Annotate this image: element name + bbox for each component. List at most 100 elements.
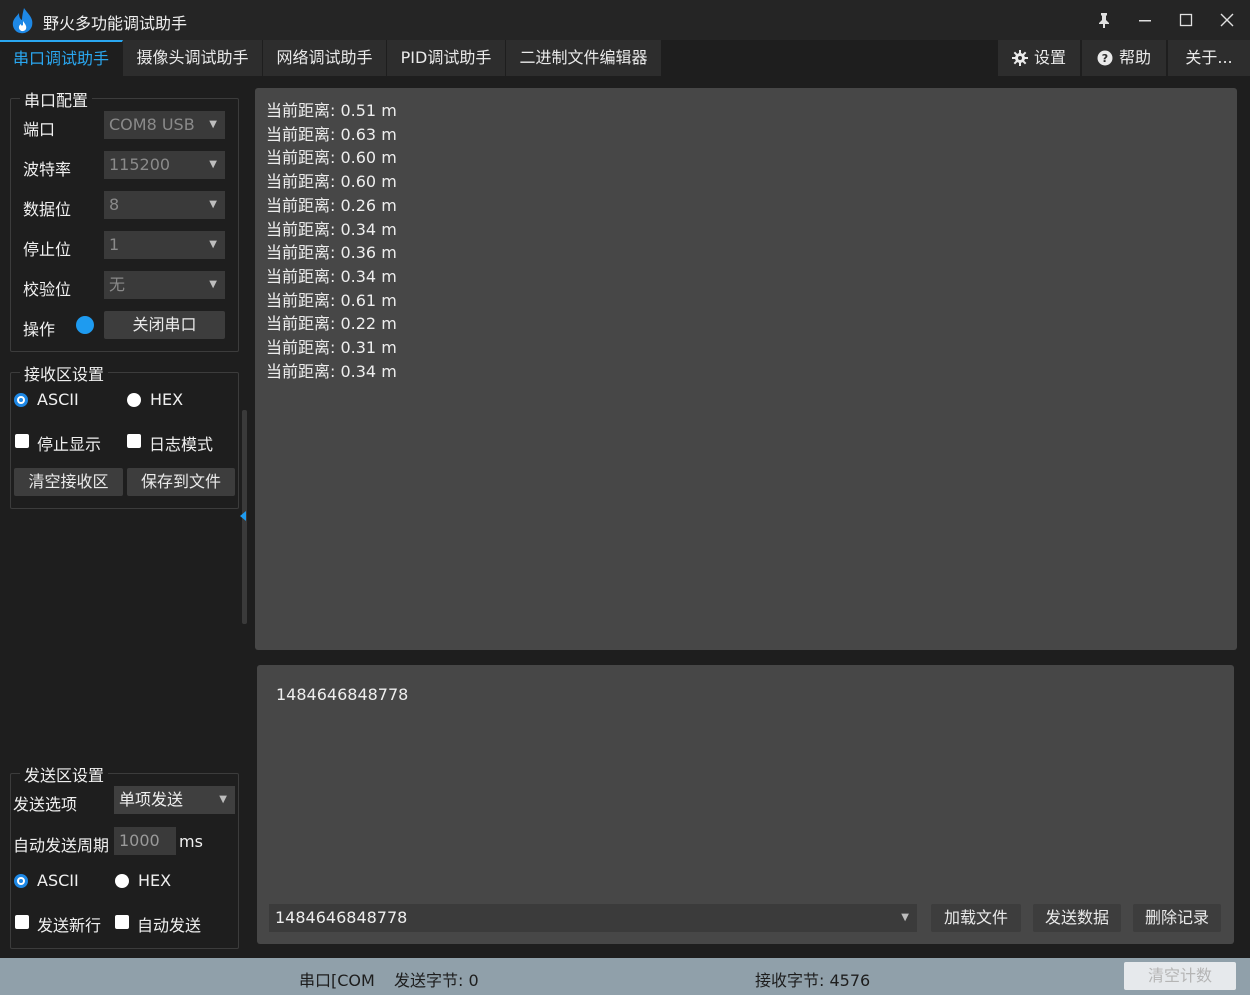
rx-line: 当前距离: 0.63 m (266, 124, 397, 144)
send-data-button[interactable]: 发送数据 (1033, 904, 1121, 932)
databits-select[interactable]: 8 ▼ (104, 191, 225, 219)
about-button[interactable]: 关于... (1167, 40, 1250, 76)
title-bar: 野火多功能调试助手 (0, 0, 1250, 40)
settings-label: 设置 (1033, 48, 1066, 67)
databits-label: 数据位 (23, 200, 72, 219)
stopbits-label: 停止位 (23, 240, 72, 259)
log-mode-label: 日志模式 (149, 435, 214, 454)
chevron-down-icon: ▼ (209, 199, 217, 210)
help-icon: ? (1097, 50, 1113, 66)
serial-config-title: 串口配置 (20, 87, 93, 111)
port-select[interactable]: COM8 USB ▼ (104, 111, 225, 139)
stopbits-value: 1 (109, 235, 120, 254)
rx-hex-label: HEX (150, 390, 184, 409)
auto-send-checkbox[interactable] (115, 915, 129, 929)
auto-send-period-input[interactable]: 1000 (114, 827, 176, 855)
port-status-led (76, 316, 94, 334)
send-option-label: 发送选项 (13, 795, 78, 814)
send-newline-label: 发送新行 (37, 916, 102, 935)
baud-select[interactable]: 115200 ▼ (104, 151, 225, 179)
tx-settings-title: 发送区设置 (20, 762, 109, 786)
chevron-down-icon: ▼ (901, 912, 909, 923)
parity-label: 校验位 (23, 280, 72, 299)
auto-send-period-label: 自动发送周期 (13, 836, 110, 855)
auto-send-period-value: 1000 (119, 831, 160, 850)
send-text-editor[interactable]: 1484646848778 (276, 685, 408, 704)
close-port-button[interactable]: 关闭串口 (104, 311, 225, 339)
rx-line: 当前距离: 0.31 m (266, 338, 397, 358)
operation-label: 操作 (23, 320, 56, 339)
stopbits-select[interactable]: 1 ▼ (104, 231, 225, 259)
chevron-down-icon: ▼ (209, 119, 217, 130)
period-unit: ms (179, 832, 203, 851)
parity-value: 无 (109, 275, 126, 294)
tab-pid[interactable]: PID调试助手 (387, 40, 506, 76)
svg-text:?: ? (1102, 52, 1108, 65)
databits-value: 8 (109, 195, 120, 214)
tx-hex-radio[interactable] (115, 874, 129, 888)
send-option-value: 单项发送 (119, 790, 184, 809)
delete-history-button[interactable]: 删除记录 (1133, 904, 1221, 932)
flame-logo-icon (12, 8, 33, 34)
tab-bar: 串口调试助手 摄像头调试助手 网络调试助手 PID调试助手 二进制文件编辑器 设… (0, 40, 1250, 76)
tab-network[interactable]: 网络调试助手 (263, 40, 387, 76)
rx-line: 当前距离: 0.61 m (266, 290, 397, 310)
rx-ascii-label: ASCII (37, 390, 79, 409)
clear-rx-button[interactable]: 清空接收区 (14, 468, 123, 496)
stop-display-checkbox[interactable] (15, 434, 29, 448)
window-title: 野火多功能调试助手 (43, 14, 188, 33)
settings-button[interactable]: 设置 (997, 40, 1080, 76)
send-option-select[interactable]: 单项发送 ▼ (114, 786, 235, 814)
port-label: 端口 (23, 120, 56, 139)
rx-settings-title: 接收区设置 (20, 361, 109, 385)
help-label: 帮助 (1118, 48, 1151, 67)
rx-line: 当前距离: 0.26 m (266, 195, 397, 215)
receive-area[interactable]: 当前距离: 0.51 m 当前距离: 0.63 m 当前距离: 0.60 m 当… (255, 88, 1237, 650)
rx-line: 当前距离: 0.34 m (266, 361, 397, 381)
rx-hex-radio[interactable] (127, 393, 141, 407)
tx-hex-label: HEX (138, 871, 172, 890)
stop-display-label: 停止显示 (37, 435, 102, 454)
rx-line: 当前距离: 0.34 m (266, 219, 397, 239)
tab-binary-editor[interactable]: 二进制文件编辑器 (506, 40, 662, 76)
status-sent-bytes: 发送字节: 0 (394, 971, 479, 990)
tab-serial[interactable]: 串口调试助手 (0, 40, 123, 76)
chevron-down-icon: ▼ (209, 239, 217, 250)
port-value: COM8 USB (109, 115, 195, 134)
collapse-arrow-icon[interactable] (240, 511, 246, 521)
rx-line: 当前距离: 0.22 m (266, 314, 397, 334)
rx-line: 当前距离: 0.36 m (266, 243, 397, 263)
status-bar: 串口[COM 发送字节: 0 接收字节: 4576 清空计数 (0, 958, 1250, 995)
status-received-bytes: 接收字节: 4576 (755, 971, 871, 990)
send-history-value: 1484646848778 (275, 908, 408, 927)
load-file-button[interactable]: 加载文件 (931, 904, 1021, 932)
auto-send-label: 自动发送 (137, 916, 202, 935)
send-history-select[interactable]: 1484646848778 ▼ (269, 904, 917, 932)
gear-icon (1011, 50, 1028, 66)
save-to-file-button[interactable]: 保存到文件 (127, 468, 235, 496)
baud-label: 波特率 (23, 160, 72, 179)
minimize-icon[interactable] (1130, 6, 1160, 34)
tab-camera[interactable]: 摄像头调试助手 (123, 40, 263, 76)
status-port: 串口[COM (299, 971, 375, 990)
chevron-down-icon: ▼ (209, 279, 217, 290)
tx-ascii-label: ASCII (37, 871, 79, 890)
clear-count-button[interactable]: 清空计数 (1124, 962, 1236, 990)
send-area: 1484646848778 1484646848778 ▼ 加载文件 发送数据 … (257, 665, 1234, 944)
pin-icon[interactable] (1089, 6, 1119, 34)
rx-line: 当前距离: 0.60 m (266, 148, 397, 168)
chevron-down-icon: ▼ (209, 159, 217, 170)
chevron-down-icon: ▼ (219, 794, 227, 805)
maximize-icon[interactable] (1171, 6, 1201, 34)
help-button[interactable]: ? 帮助 (1081, 40, 1166, 76)
send-newline-checkbox[interactable] (15, 915, 29, 929)
log-mode-checkbox[interactable] (127, 434, 141, 448)
baud-value: 115200 (109, 155, 171, 174)
rx-line: 当前距离: 0.60 m (266, 172, 397, 192)
tx-ascii-radio[interactable] (14, 874, 28, 888)
rx-line: 当前距离: 0.51 m (266, 101, 397, 120)
close-icon[interactable] (1212, 6, 1242, 34)
rx-ascii-radio[interactable] (14, 393, 28, 407)
rx-line: 当前距离: 0.34 m (266, 266, 397, 286)
parity-select[interactable]: 无 ▼ (104, 271, 225, 299)
